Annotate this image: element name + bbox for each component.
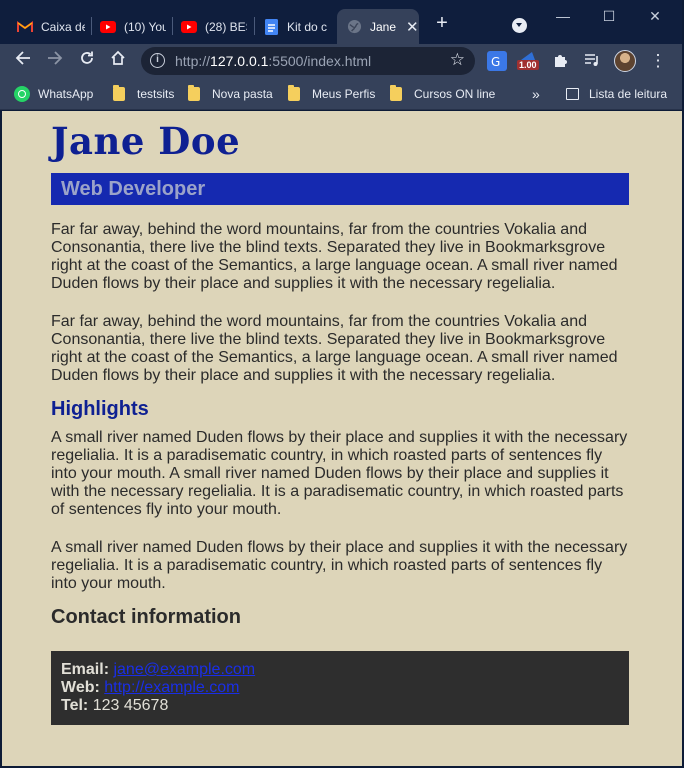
home-icon: [111, 50, 125, 65]
home-button[interactable]: [107, 50, 129, 72]
email-link[interactable]: jane@example.com: [113, 661, 255, 678]
info-icon[interactable]: i: [150, 53, 165, 68]
youtube-icon: [181, 19, 197, 35]
page-title: Jane Doe: [51, 119, 241, 163]
bookmark-label: testsits: [137, 87, 175, 101]
role-subtitle: Web Developer: [61, 178, 206, 200]
tab-youtube-1[interactable]: (10) You: [100, 9, 166, 44]
contact-email-row: Email: jane@example.com: [61, 661, 619, 679]
tab-separator: [254, 17, 255, 35]
avatar[interactable]: [614, 50, 636, 72]
url-path: :5500/index.html: [268, 53, 372, 69]
translate-extension-icon[interactable]: G: [487, 51, 507, 71]
intro-paragraph: Far far away, behind the word mountains,…: [51, 221, 618, 292]
bookmark-whatsapp[interactable]: WhatsApp: [14, 84, 93, 104]
speed-extension-icon[interactable]: 1.00: [517, 49, 541, 75]
arrow-right-icon: [48, 51, 63, 65]
tab-title: (10) You: [124, 19, 166, 34]
bookmark-star-icon[interactable]: ☆: [450, 50, 465, 70]
tel-label: Tel:: [61, 697, 89, 714]
tab-search-icon[interactable]: [512, 18, 527, 33]
tab-gmail[interactable]: Caixa de: [17, 9, 85, 44]
folder-icon: [390, 85, 402, 101]
web-label: Web:: [61, 679, 100, 696]
web-link[interactable]: http://example.com: [104, 679, 239, 696]
folder-icon: [188, 85, 200, 101]
reload-icon: [81, 51, 93, 64]
role-banner: Web Developer: [51, 173, 629, 205]
new-tab-button[interactable]: +: [432, 13, 452, 34]
bookmark-folder-cursos[interactable]: Cursos ON line: [390, 84, 495, 104]
bookmark-folder-testsits[interactable]: testsits: [113, 84, 174, 104]
bookmarks-overflow-button[interactable]: »: [532, 84, 540, 104]
bookmarks-bar: WhatsApp testsits Nova pasta Meus Perfis…: [0, 78, 684, 110]
close-icon[interactable]: ✕: [406, 18, 419, 36]
arrow-left-icon: [15, 51, 30, 65]
browser-toolbar: i http://127.0.0.1:5500/index.html ☆ G 1…: [0, 44, 684, 78]
contact-box: Email: jane@example.com Web: http://exam…: [51, 651, 629, 725]
forward-button[interactable]: [44, 50, 66, 72]
docs-icon: [263, 18, 279, 35]
url-host: 127.0.0.1: [210, 53, 269, 69]
tab-strip: Caixa de (10) You (28) BES Kit do c Jane…: [0, 0, 684, 44]
contact-tel-row: Tel: 123 45678: [61, 697, 619, 715]
maximize-button[interactable]: ☐: [586, 6, 632, 26]
reload-button[interactable]: [76, 50, 98, 72]
media-queue-icon[interactable]: [583, 51, 603, 71]
menu-kebab-icon[interactable]: ⋮: [647, 50, 669, 72]
tab-separator: [91, 17, 92, 35]
highlights-heading: Highlights: [51, 398, 149, 420]
folder-icon: [113, 85, 125, 101]
youtube-icon: [100, 19, 116, 35]
tel-value: 123 45678: [92, 697, 169, 714]
bookmark-label: Nova pasta: [212, 87, 273, 101]
back-button[interactable]: [12, 50, 34, 72]
bookmark-folder-nova-pasta[interactable]: Nova pasta: [188, 84, 273, 104]
tab-title: (28) BES: [205, 19, 247, 34]
close-window-button[interactable]: ✕: [632, 6, 678, 26]
reading-list-label: Lista de leitura: [589, 87, 668, 101]
minimize-button[interactable]: —: [540, 6, 586, 26]
tab-youtube-2[interactable]: (28) BES: [181, 9, 247, 44]
page-viewport: Jane Doe Web Developer Far far away, beh…: [2, 111, 682, 766]
bookmark-folder-meus-perfis[interactable]: Meus Perfis: [288, 84, 375, 104]
gmail-icon: [17, 19, 33, 35]
highlights-paragraph: A small river named Duden flows by their…: [51, 539, 628, 592]
highlights-paragraph: A small river named Duden flows by their…: [51, 429, 628, 518]
email-label: Email:: [61, 661, 110, 678]
whatsapp-icon: [14, 86, 30, 102]
tab-title: Jane: [370, 19, 397, 34]
tab-active-jane[interactable]: Jane ✕: [337, 9, 419, 44]
address-bar[interactable]: i http://127.0.0.1:5500/index.html ☆: [141, 47, 475, 75]
globe-icon: [346, 19, 362, 35]
contact-heading: Contact information: [51, 606, 241, 628]
bookmark-label: Meus Perfis: [312, 87, 376, 101]
extensions-puzzle-icon[interactable]: [552, 51, 572, 71]
tab-title: Caixa de: [41, 19, 85, 34]
contact-web-row: Web: http://example.com: [61, 679, 619, 697]
bookmark-label: Cursos ON line: [414, 87, 496, 101]
folder-icon: [288, 85, 300, 101]
tab-title: Kit do c: [287, 19, 328, 34]
tab-separator: [172, 17, 173, 35]
resume-container: Jane Doe Web Developer Far far away, beh…: [51, 111, 629, 725]
tab-docs[interactable]: Kit do c: [263, 9, 331, 44]
url-scheme: http://: [175, 53, 211, 69]
address-url[interactable]: http://127.0.0.1:5500/index.html: [175, 53, 371, 69]
bookmark-label: WhatsApp: [38, 87, 94, 101]
reading-list-button[interactable]: Lista de leitura: [566, 84, 667, 104]
svg-text:G: G: [491, 55, 500, 69]
intro-paragraph: Far far away, behind the word mountains,…: [51, 313, 618, 384]
speed-badge: 1.00: [517, 60, 539, 70]
reading-list-icon: [566, 88, 579, 100]
